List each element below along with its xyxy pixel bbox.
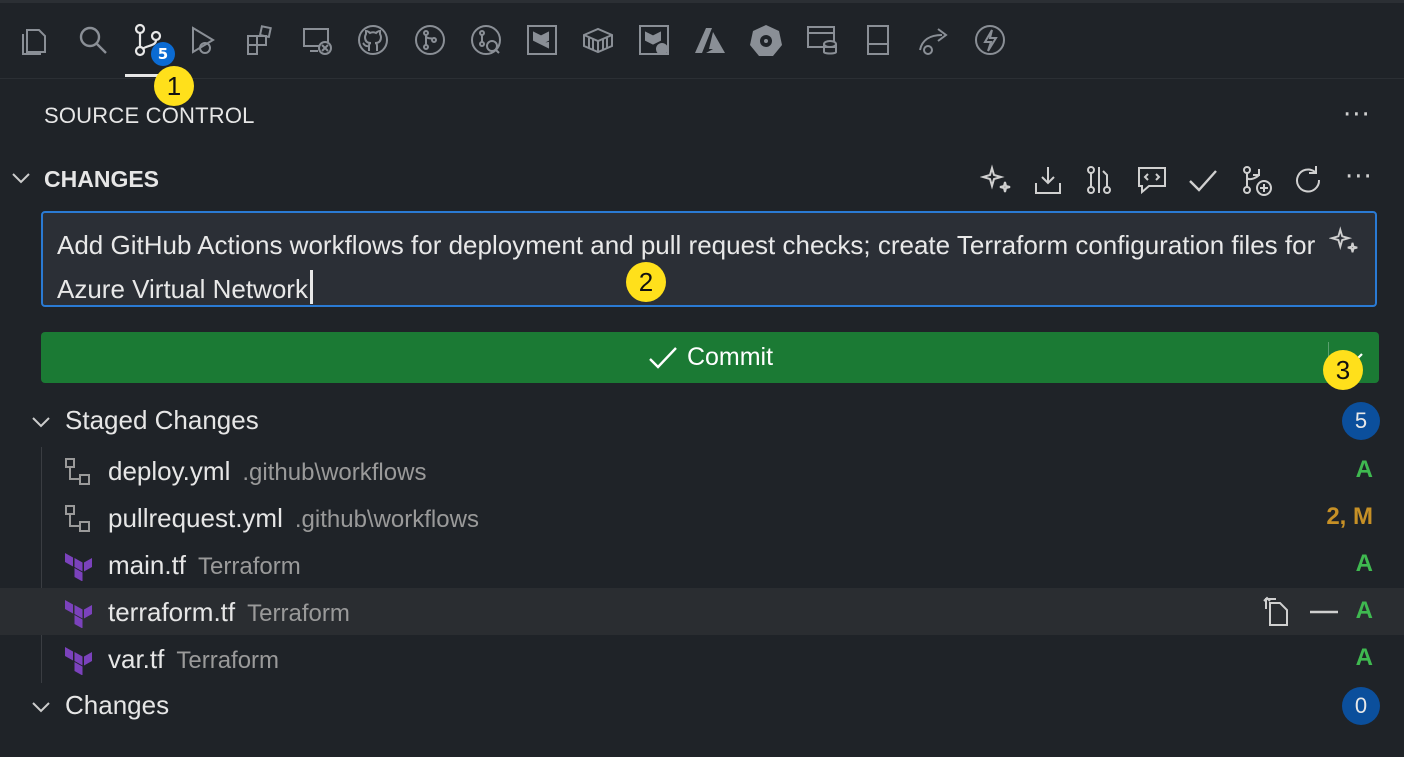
containers-icon[interactable] — [578, 18, 618, 62]
commit-message-text-wrap: Add GitHub Actions workflows for deploym… — [57, 223, 1317, 311]
file-status: A — [1355, 456, 1373, 483]
compare-icon[interactable] — [1079, 160, 1119, 200]
chevron-down-icon[interactable] — [31, 412, 51, 432]
list-item[interactable]: pullrequest.yml .github\workflows 2, M — [0, 494, 1404, 541]
file-name-wrap: var.tf Terraform — [108, 644, 279, 675]
staged-changes-label: Staged Changes — [65, 405, 259, 435]
list-item[interactable]: terraform.tf Terraform A — [0, 588, 1404, 635]
commit-message-input[interactable]: Add GitHub Actions workflows for deploym… — [41, 211, 1377, 307]
file-name: deploy.yml — [108, 456, 231, 486]
github-icon[interactable] — [353, 18, 393, 62]
git-graph-icon[interactable] — [410, 18, 450, 62]
file-directory: Terraform — [176, 647, 280, 674]
changes-count-badge: 0 — [1342, 687, 1380, 725]
file-status: A — [1355, 644, 1373, 671]
file-name: var.tf — [108, 644, 165, 674]
file-directory: .github\workflows — [294, 506, 479, 533]
live-share-icon[interactable] — [914, 18, 954, 62]
file-directory: Terraform — [198, 553, 301, 580]
file-name-wrap: pullrequest.yml .github\workflows — [108, 503, 479, 534]
text-caret — [309, 270, 313, 304]
list-item[interactable]: deploy.yml .github\workflows A — [0, 447, 1404, 494]
top-edge — [0, 0, 1404, 3]
git-history-icon[interactable] — [466, 18, 506, 62]
generate-message-sparkle-icon[interactable] — [1329, 225, 1361, 257]
activity-bar: 5 — [0, 0, 1404, 79]
file-directory: .github\workflows — [242, 459, 427, 486]
terraform-cloud-icon[interactable] — [634, 18, 674, 62]
changes-section-title: CHANGES — [44, 166, 160, 192]
open-file-icon[interactable] — [1262, 595, 1296, 629]
explorer-icon[interactable] — [15, 18, 55, 62]
callout-3: 3 — [1323, 350, 1363, 390]
unstage-minus-icon[interactable] — [1307, 595, 1341, 629]
kubernetes-icon[interactable] — [746, 18, 786, 62]
file-directory: Terraform — [247, 600, 350, 627]
terraform-icon[interactable] — [522, 18, 562, 62]
chat-comment-icon[interactable] — [1132, 160, 1172, 200]
changes-group[interactable]: Changes 0 — [0, 685, 1404, 731]
changes-more-button[interactable]: ··· — [1345, 162, 1373, 192]
file-status: 2, M — [1326, 503, 1373, 530]
scm-count-badge: 5 — [151, 42, 175, 66]
changes-label: Changes — [65, 690, 170, 720]
file-name-wrap: deploy.yml .github\workflows — [108, 456, 426, 487]
commit-check-icon[interactable] — [1183, 160, 1223, 200]
search-icon[interactable] — [73, 18, 113, 62]
commit-button-label: Commit — [686, 343, 774, 371]
chevron-down-icon[interactable] — [31, 697, 51, 717]
file-name: main.tf — [108, 550, 187, 580]
azure-icon[interactable] — [690, 18, 730, 62]
file-name: terraform.tf — [108, 597, 236, 627]
run-debug-icon[interactable] — [183, 18, 223, 62]
refresh-icon[interactable] — [1288, 160, 1328, 200]
fetch-icon[interactable] — [1028, 160, 1068, 200]
sidebar-panel-icon[interactable] — [858, 18, 898, 62]
file-name: pullrequest.yml — [108, 503, 283, 533]
workflow-icon — [65, 505, 90, 532]
callout-2: 2 — [626, 262, 666, 302]
file-name-wrap: terraform.tf Terraform — [108, 597, 350, 628]
terraform-file-icon — [65, 553, 92, 581]
terraform-file-icon — [65, 647, 92, 675]
staged-count-badge: 5 — [1342, 402, 1380, 440]
file-status: A — [1355, 597, 1373, 624]
extensions-icon[interactable] — [240, 18, 280, 62]
database-icon[interactable] — [802, 18, 842, 62]
list-item[interactable]: var.tf Terraform A — [0, 635, 1404, 682]
panel-more-button[interactable]: ··· — [1343, 100, 1371, 130]
commit-button[interactable]: Commit — [41, 332, 1379, 383]
terraform-file-icon — [65, 600, 92, 628]
staged-changes-group[interactable]: Staged Changes 5 — [0, 400, 1404, 446]
thunder-icon[interactable] — [970, 18, 1010, 62]
check-icon — [649, 346, 677, 369]
commit-message-text: Add GitHub Actions workflows for deploym… — [57, 230, 1316, 304]
sparkle-generate-icon[interactable] — [977, 160, 1017, 200]
panel-title: SOURCE CONTROL — [44, 103, 255, 128]
file-status: A — [1355, 550, 1373, 577]
callout-1: 1 — [154, 66, 194, 106]
chevron-down-icon[interactable] — [11, 168, 31, 188]
remote-explorer-icon[interactable] — [297, 18, 337, 62]
list-item[interactable]: main.tf Terraform A — [0, 541, 1404, 588]
file-name-wrap: main.tf Terraform — [108, 550, 301, 581]
branch-add-icon[interactable] — [1236, 160, 1276, 200]
workflow-icon — [65, 458, 90, 485]
